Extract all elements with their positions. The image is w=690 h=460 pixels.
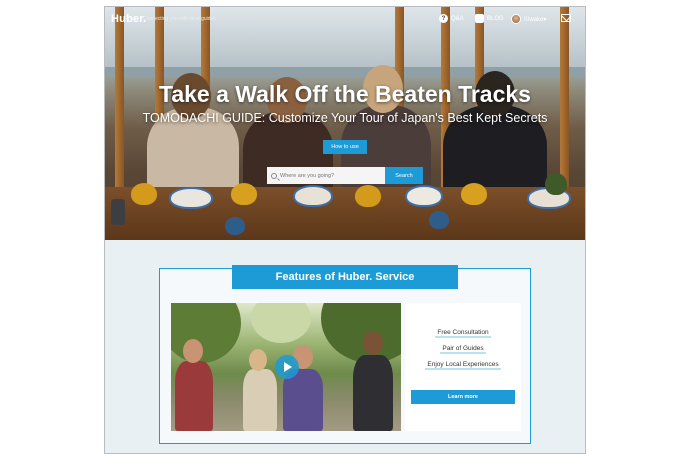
dish bbox=[231, 183, 257, 205]
hero-section: Huber. Connecting you with local guides … bbox=[105, 7, 585, 240]
hero-subtitle: TOMODACHI GUIDE: Customize Your Tour of … bbox=[142, 111, 548, 125]
search-bar: Search bbox=[267, 167, 423, 184]
video-person bbox=[183, 339, 203, 363]
learn-more-button[interactable]: Learn more bbox=[411, 390, 515, 404]
hero-horizon bbox=[105, 67, 585, 77]
search-input[interactable] bbox=[280, 172, 370, 179]
video-scene-tree bbox=[171, 303, 241, 363]
play-icon[interactable] bbox=[275, 355, 299, 379]
nav-qa-label: Q&A bbox=[451, 15, 464, 22]
dish bbox=[169, 187, 213, 209]
feature-item: Free Consultation bbox=[435, 329, 491, 338]
search-field[interactable] bbox=[267, 167, 385, 184]
dish bbox=[293, 185, 333, 207]
pencil-icon bbox=[475, 14, 484, 23]
site-tagline: Connecting you with local guides bbox=[143, 16, 216, 22]
features-section: Features of Huber. Service Free Consulta… bbox=[105, 240, 585, 453]
dish bbox=[225, 217, 245, 235]
top-nav: Huber. Connecting you with local guides … bbox=[105, 7, 585, 31]
video-person bbox=[353, 355, 393, 431]
dish bbox=[429, 211, 449, 229]
site-logo[interactable]: Huber. bbox=[111, 13, 146, 25]
question-icon: ? bbox=[439, 14, 448, 23]
nav-blog-link[interactable]: BLOG bbox=[475, 14, 504, 23]
search-icon bbox=[271, 172, 277, 179]
nav-user-label: Kiwako▾ bbox=[524, 16, 547, 23]
browser-frame: Huber. Connecting you with local guides … bbox=[104, 6, 586, 454]
dish bbox=[461, 183, 487, 205]
hero-title: Take a Walk Off the Beaten Tracks bbox=[159, 81, 531, 107]
feature-item: Pair of Guides bbox=[440, 345, 486, 354]
mail-icon bbox=[561, 14, 571, 22]
video-scene-tree bbox=[321, 303, 401, 363]
feature-item: Enjoy Local Experiences bbox=[425, 361, 501, 370]
nav-mail-link[interactable] bbox=[561, 14, 571, 22]
features-list: Free Consultation Pair of Guides Enjoy L… bbox=[405, 303, 521, 431]
how-to-use-button[interactable]: How to use bbox=[323, 140, 367, 154]
dish bbox=[405, 185, 443, 207]
video-scene-tree bbox=[251, 303, 311, 343]
search-button[interactable]: Search bbox=[385, 167, 423, 184]
dish bbox=[355, 185, 381, 207]
features-title: Features of Huber. Service bbox=[232, 265, 458, 289]
nav-blog-label: BLOG bbox=[487, 15, 504, 22]
dish bbox=[545, 173, 567, 195]
video-person bbox=[249, 349, 267, 371]
nav-user-menu[interactable]: Kiwako▾ bbox=[511, 14, 546, 24]
nav-qa-link[interactable]: ? Q&A bbox=[439, 14, 464, 23]
avatar bbox=[511, 14, 521, 24]
video-person bbox=[363, 331, 383, 355]
video-person bbox=[243, 369, 277, 431]
dish bbox=[131, 183, 157, 205]
dish bbox=[111, 199, 125, 225]
features-video[interactable] bbox=[171, 303, 401, 431]
video-person bbox=[175, 361, 213, 431]
